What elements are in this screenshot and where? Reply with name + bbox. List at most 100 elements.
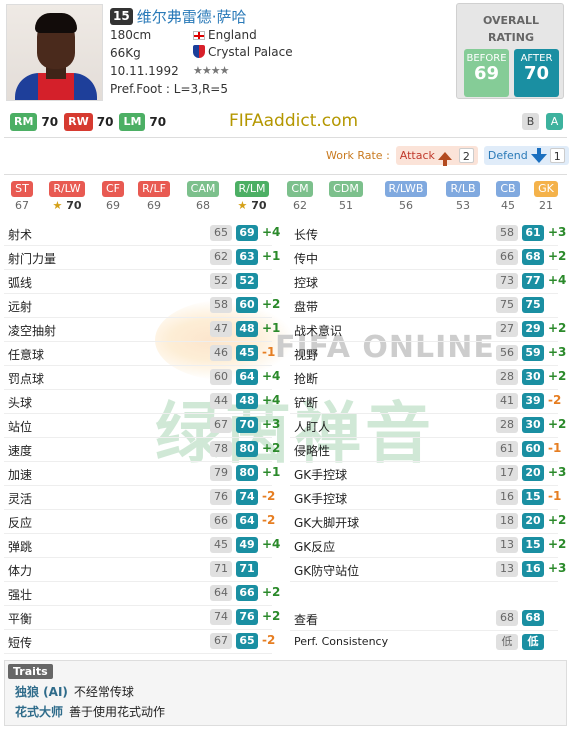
position-r-lm: R/LM ★ 70 [230, 181, 274, 212]
stat-diff: +2 [548, 321, 567, 335]
stat-name: 战术意识 [294, 324, 343, 338]
stat-after: 71 [236, 561, 258, 577]
stat-after: 80 [236, 441, 258, 457]
position-chip: CB [496, 181, 520, 197]
stat-before: 68 [496, 610, 518, 626]
stat-diff: -2 [548, 393, 562, 407]
stat-after: 30 [522, 369, 544, 385]
stat-before: 46 [210, 345, 232, 361]
stat-diff: +3 [548, 225, 567, 239]
attack-label: Attack [399, 149, 435, 162]
stat-row: 强壮 64 66 +2 [0, 582, 280, 606]
position-chip: GK [534, 181, 558, 197]
position-value: ★ 70 [45, 199, 89, 212]
position-chip: CM [287, 181, 313, 197]
position-cf: CF 69 [91, 181, 135, 212]
stat-after: 15 [522, 537, 544, 553]
stat-name: GK防守站位 [294, 564, 360, 578]
pos-value-lm: 70 [149, 115, 167, 129]
stat-name: 控球 [294, 276, 319, 290]
stat-diff: +2 [262, 297, 281, 311]
stat-before: 13 [496, 561, 518, 577]
stat-diff: -2 [262, 633, 276, 647]
stat-row: 战术意识 27 29 +2 [286, 318, 566, 342]
stat-before: 76 [210, 489, 232, 505]
stat-diff: +3 [548, 345, 567, 359]
stat-name: 加速 [8, 468, 33, 482]
club[interactable]: Crystal Palace [193, 45, 293, 59]
stat-row: 弹跳 45 49 +4 [0, 534, 280, 558]
position-value: 67 [0, 199, 44, 212]
position-r-lw: R/LW ★ 70 [45, 181, 89, 212]
brand-link[interactable]: FIFAaddict.com [229, 111, 358, 131]
before-value: 69 [473, 63, 500, 84]
stat-name: 体力 [8, 564, 33, 578]
stat-before: 41 [496, 393, 518, 409]
stat-diff: -2 [262, 489, 276, 503]
overall-after: AFTER 70 [514, 49, 559, 97]
stat-row: GK大脚开球 18 20 +2 [286, 510, 566, 534]
stat-before: 58 [210, 297, 232, 313]
stat-row: 抢断 28 30 +2 [286, 366, 566, 390]
stat-after: 15 [522, 489, 544, 505]
stat-after: 77 [522, 273, 544, 289]
stat-before: 65 [210, 225, 232, 241]
stat-before: 52 [210, 273, 232, 289]
position-value-text: 68 [196, 199, 210, 212]
stat-row: 传中 66 68 +2 [286, 246, 566, 270]
stat-before: 75 [496, 297, 518, 313]
position-cm: CM 62 [278, 181, 322, 212]
trait-name: 花式大师 [15, 705, 64, 719]
grade-a: A [546, 113, 563, 130]
stat-diff: +2 [548, 513, 567, 527]
defend-label: Defend [487, 149, 528, 162]
stat-before: 60 [210, 369, 232, 385]
stat-row: 凌空抽射 47 48 +1 [0, 318, 280, 342]
stat-diff: +1 [262, 465, 281, 479]
stat-row: 铲断 41 39 -2 [286, 390, 566, 414]
position-chip: R/LWB [384, 181, 428, 197]
stat-after: 60 [236, 297, 258, 313]
stat-name: 传中 [294, 252, 319, 266]
position-r-lf: R/LF 69 [132, 181, 176, 212]
trait-item[interactable]: 花式大师 善于使用花式动作 [15, 703, 165, 720]
stat-row: 射术 65 69 +4 [0, 222, 280, 246]
overall-rating: OVERALL RATING BEFORE 69 AFTER 70 [456, 3, 564, 99]
trait-item[interactable]: 独狼 (AI) 不经常传球 [15, 683, 134, 700]
stat-before: 67 [210, 633, 232, 649]
stat-before: 73 [496, 273, 518, 289]
stat-name: 射术 [8, 228, 33, 242]
player-name[interactable]: 维尔弗雷德·萨哈 [137, 6, 247, 27]
stat-diff: +1 [262, 321, 281, 335]
stat-after: 68 [522, 610, 544, 626]
position-value: 68 [181, 199, 225, 212]
player-weight: 66Kg [110, 46, 141, 60]
pos-chip-rw: RW [64, 113, 93, 131]
stat-before: 47 [210, 321, 232, 337]
stat-before: 58 [496, 225, 518, 241]
trait-desc: 善于使用花式动作 [69, 705, 166, 719]
nation[interactable]: England [193, 28, 257, 42]
player-photo [6, 4, 103, 101]
stat-diff: +2 [548, 417, 567, 431]
stat-diff: +4 [262, 369, 281, 383]
position-chip: R/LF [138, 181, 170, 197]
position-value-text: 70 [66, 199, 82, 212]
position-value: 51 [324, 199, 368, 212]
position-value-text: 69 [147, 199, 161, 212]
position-chip: R/LB [446, 181, 480, 197]
stat-row: 罚点球 60 64 +4 [0, 366, 280, 390]
position-value: 21 [524, 199, 568, 212]
stat-after: 39 [522, 393, 544, 409]
stat-name: 头球 [8, 396, 33, 410]
position-value-text: 62 [293, 199, 307, 212]
stat-diff: +1 [262, 249, 281, 263]
stat-after: 74 [236, 489, 258, 505]
stat-name: 远射 [8, 300, 33, 314]
work-rate-label: Work Rate : [326, 149, 390, 162]
stat-row: 反应 66 64 -2 [0, 510, 280, 534]
stat-diff: +4 [262, 393, 281, 407]
stat-after: 61 [522, 225, 544, 241]
stat-row: GK手控球 17 20 +3 [286, 462, 566, 486]
stat-after: 64 [236, 369, 258, 385]
